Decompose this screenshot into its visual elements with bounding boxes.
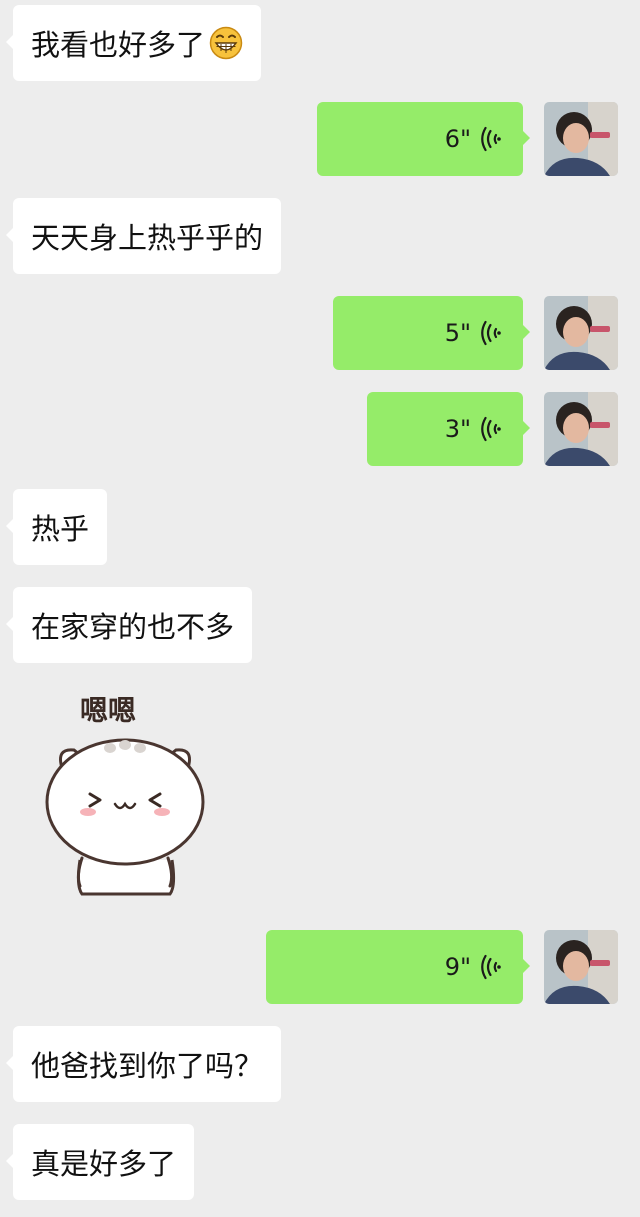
voice-duration: 3" — [444, 415, 471, 443]
user-avatar[interactable] — [544, 102, 618, 176]
voice-duration: 9" — [444, 953, 471, 981]
incoming-text-bubble[interactable]: 我看也好多了 — [5, 5, 262, 81]
incoming-text-bubble[interactable]: 真是好多了 — [5, 1124, 195, 1200]
voice-wave-icon — [481, 954, 501, 980]
grinning-face-icon — [209, 26, 243, 60]
voice-message-bubble[interactable]: 5" — [333, 296, 530, 370]
message-text: 热乎 — [31, 512, 90, 546]
incoming-text-bubble[interactable]: 天天身上热乎乎的 — [5, 198, 282, 274]
voice-duration: 6" — [444, 125, 471, 153]
voice-wave-icon — [481, 320, 501, 346]
user-avatar[interactable] — [544, 392, 618, 466]
message-text: 我看也好多了 — [31, 28, 206, 62]
outgoing-voice-row: 9" — [0, 930, 640, 1006]
outgoing-voice-row: 3" — [0, 392, 640, 468]
message-text: 天天身上热乎乎的 — [31, 221, 264, 255]
voice-message-bubble[interactable]: 9" — [266, 930, 530, 1004]
message-text: 他爸找到你了吗？ — [31, 1049, 264, 1083]
message-text: 真是好多了 — [31, 1147, 177, 1181]
message-text: 在家穿的也不多 — [31, 610, 235, 644]
user-avatar[interactable] — [544, 296, 618, 370]
incoming-text-bubble[interactable]: 在家穿的也不多 — [5, 587, 253, 663]
voice-wave-icon — [481, 126, 501, 152]
outgoing-voice-row: 5" — [0, 296, 640, 372]
chat-message-list[interactable]: 我看也好多了 6" 天天身上热乎乎的 5" 3" 热乎 在家穿的也不多 嗯嗯 9… — [0, 0, 640, 1217]
voice-message-bubble[interactable]: 3" — [367, 392, 530, 466]
incoming-text-bubble[interactable]: 热乎 — [5, 489, 108, 565]
user-avatar[interactable] — [544, 930, 618, 1004]
voice-wave-icon — [481, 416, 501, 442]
voice-message-bubble[interactable]: 6" — [317, 102, 530, 176]
cat-sticker-icon[interactable]: 嗯嗯 — [40, 690, 210, 900]
outgoing-voice-row: 6" — [0, 102, 640, 178]
incoming-text-bubble[interactable]: 他爸找到你了吗？ — [5, 1026, 282, 1102]
voice-duration: 5" — [444, 319, 471, 347]
sticker-caption: 嗯嗯 — [80, 694, 136, 727]
